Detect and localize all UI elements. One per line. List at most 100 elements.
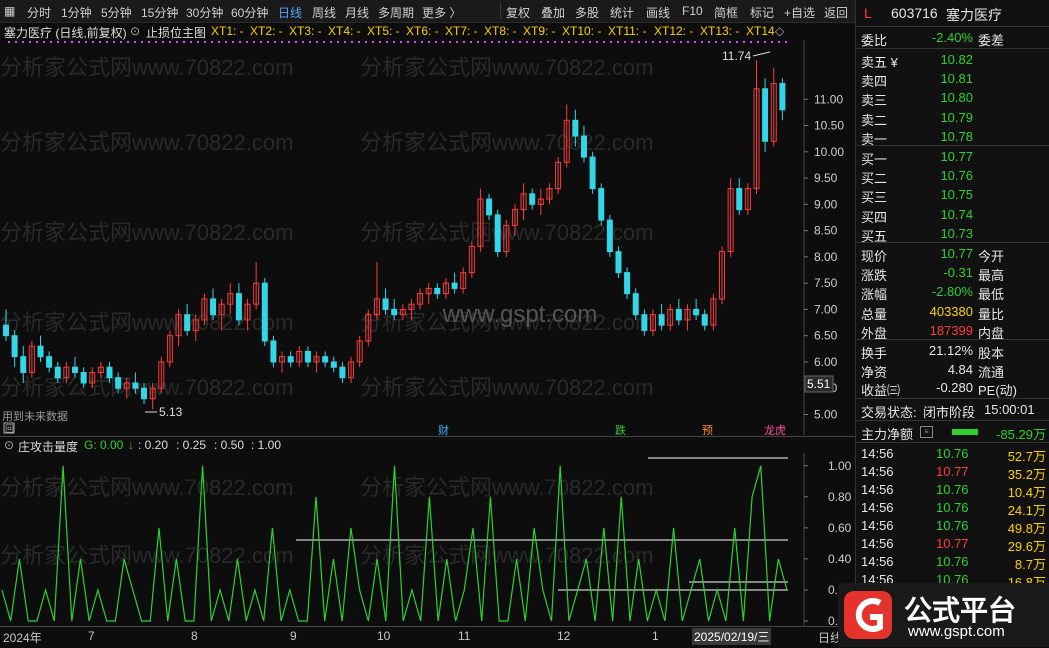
row-value: 10.73 [940,225,973,241]
period-tab[interactable]: 月线 [345,4,369,21]
net-flow-value: -85.29万 [996,427,1046,442]
quote-row: 总量 403380 量比 [856,303,1049,322]
tool-button[interactable]: 复权 [506,4,530,21]
tick-row: 14:56 10.76 52.7万 [856,445,1049,464]
candle-body [632,293,639,316]
market-marker: L [864,5,872,21]
xt-label: XT14 [746,24,775,38]
center-watermark: www.gspt.com [442,301,598,328]
candlestick-chart[interactable]: 分析家公式网www.70822.com 分析家公式网www.70822.com 分析… [0,40,855,435]
restore-icon[interactable]: 回 [5,424,14,434]
candle-body [46,356,53,368]
row-value: 10.77 [940,149,973,164]
candle-body [641,314,648,331]
sub-axis-tick: 0.40 [828,552,852,566]
tick-time: 14:56 [861,554,894,569]
trade-status-value: 闭市阶段 [923,405,976,420]
candle-body [106,366,113,379]
tool-button[interactable]: 叠加 [541,4,565,21]
candle-body [210,298,217,316]
period-tab[interactable]: 分时 [27,4,51,21]
period-tab[interactable]: 多周期 [378,4,414,21]
period-tab[interactable]: 1分钟 [61,4,92,21]
tool-button[interactable]: 统计 [610,4,634,21]
candle-body [141,387,148,400]
quote-row: 净资 4.84 流通 [856,361,1049,380]
event-marker[interactable]: 预 [702,424,713,435]
candle-body [494,214,501,253]
sub-chart-header: ⊙ 庄攻击量度 G: 0.00 ↓ : 0.20 : 0.25 : 0.50 :… [0,437,804,454]
settings-diamond-icon[interactable]: ◇ [775,24,784,38]
row-value: 403380 [929,303,973,319]
period-tab[interactable]: 15分钟 [141,4,178,21]
gspt-logo-badge: 公式平台 www.gspt.com [838,583,1049,647]
candle-body [486,198,493,216]
candle-body [779,83,786,111]
tool-button[interactable]: F10 [682,4,703,18]
row-label: 净资 [861,364,888,380]
quote-row: 现价 10.77 今开 [856,245,1049,264]
candle-body [615,251,622,274]
row-label: 涨幅 [861,287,888,303]
level-label: : 0.50 [214,438,245,452]
tick-time: 14:56 [861,464,894,479]
tick-price: 10.77 [936,536,969,551]
indicator-dropdown-icon[interactable]: ⊙ [130,24,140,38]
tick-row: 14:56 10.77 35.2万 [856,463,1049,482]
row-label: 卖二 [861,112,888,128]
row-value: 10.80 [940,90,973,106]
quote-row: 外盘 187399 内盘 [856,322,1049,341]
date-tick: 12 [557,629,571,643]
row-value: 10.74 [940,206,973,222]
quote-panel: L 603716 塞力医疗 委比 -2.40% 委差 卖五 ¥ 10.82 卖四 10… [855,0,1049,647]
row-label: 卖四 [861,74,888,90]
watermark-text: 分析家公式网www.70822.com [360,475,653,500]
period-toolbar: ▦ 分时 1分钟 5分钟 15分钟 30分钟 60分钟 日线 周线 月线 多周期… [0,0,855,23]
row-value: -0.31 [943,265,973,281]
event-marker[interactable]: 跌 [615,423,626,435]
row-label: 买二 [861,171,888,187]
period-tab[interactable]: 60分钟 [231,4,268,21]
candle-body [598,188,605,221]
row-right-label: 最高 [978,268,1005,284]
xt-label: XT2: - [250,24,283,38]
candle-body [72,366,79,373]
tool-button[interactable]: 标记 [750,4,774,21]
event-marker[interactable]: 龙虎 [764,424,786,435]
attack-volume-chart[interactable]: 分析家公式网www.70822.com 分析家公式网www.70822.com 分析… [0,453,855,626]
price-tick: 9.50 [814,171,838,185]
row-right-label: PE(动) [978,383,1018,398]
tick-time: 14:56 [861,500,894,515]
indicator-name[interactable]: 止损位主图 [146,24,206,41]
candle-body [3,324,9,337]
tool-button[interactable]: 多股 [575,4,599,21]
more-periods-button[interactable]: 更多 〉 [422,4,461,21]
add-watchlist-button[interactable]: +自选 [784,4,815,21]
period-tab[interactable]: 30分钟 [186,4,223,21]
period-tab[interactable]: 5分钟 [101,4,132,21]
price-tick: 7.00 [814,302,838,316]
date-tick: 7 [88,629,95,643]
row-value: 10.79 [940,109,973,125]
period-tab[interactable]: 周线 [312,4,336,21]
list-icon[interactable]: ≡ [920,426,933,438]
candle-body [572,119,579,137]
row-value: 10.75 [940,187,973,203]
menu-grid-icon[interactable]: ▦ [4,4,15,18]
price-tick: 11.00 [814,92,843,106]
tool-button[interactable]: 简框 [714,4,738,21]
down-arrow-icon: ↓ [128,438,134,452]
tick-time: 14:56 [861,446,894,461]
level-label: : 0.20 [138,438,169,452]
watermark-text: 分析家公式网www.70822.com [0,130,293,155]
sub-indicator-icon[interactable]: ⊙ [4,438,14,452]
event-marker[interactable]: 财 [438,423,449,435]
net-flow-label: 主力净额 [861,427,914,442]
tool-button[interactable]: 画线 [646,4,670,21]
period-tab-active[interactable]: 日线 [278,4,302,21]
candle-body [693,308,700,316]
row-label: 收益㈢ [861,383,901,398]
sub-axis-tick: 1.00 [828,459,852,473]
back-button[interactable]: 返回 [824,4,848,21]
tick-row: 14:56 10.77 29.6万 [856,535,1049,554]
